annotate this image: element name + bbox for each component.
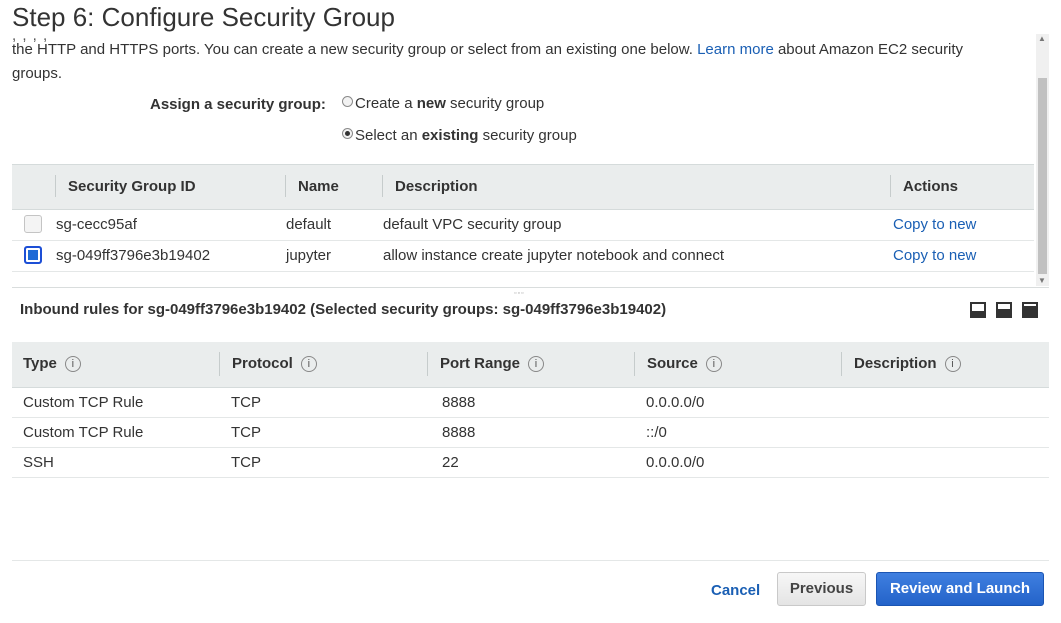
review-and-launch-button[interactable]: Review and Launch xyxy=(876,572,1044,606)
security-group-description: default VPC security group xyxy=(383,216,562,233)
column-header-security-group-id[interactable]: Security Group ID xyxy=(68,178,196,195)
column-separator xyxy=(285,175,286,197)
rule-type: SSH xyxy=(23,454,54,471)
layout-split-icon[interactable] xyxy=(996,302,1012,318)
vertical-scrollbar[interactable]: ▲ ▼ xyxy=(1036,34,1049,286)
security-group-description: allow instance create jupyter notebook a… xyxy=(383,247,725,264)
column-header-name[interactable]: Name xyxy=(298,178,339,195)
rule-source: 0.0.0.0/0 xyxy=(646,454,705,471)
splitter-grip-icon[interactable]: ▫▫▫ xyxy=(514,290,524,297)
security-group-id: sg-cecc95af xyxy=(56,216,137,233)
panel-layout-controls xyxy=(970,302,1038,318)
security-group-name: default xyxy=(286,216,332,233)
radio-select-existing-label: Select an existing security group xyxy=(355,127,577,144)
radio-select-existing-button[interactable] xyxy=(342,128,353,139)
column-separator xyxy=(219,352,220,376)
column-separator xyxy=(427,352,428,376)
info-icon[interactable]: i xyxy=(64,355,81,372)
table-row: Custom TCP Rule TCP 8888 ::/0 xyxy=(12,418,1049,448)
column-header-port-range: Port Range i xyxy=(440,355,545,372)
radio-create-new-label: Create a new security group xyxy=(355,95,545,112)
inbound-rules-table-header: Type i Protocol i Port Range i Source i Desc… xyxy=(12,342,1049,388)
column-header-description[interactable]: Description xyxy=(395,178,478,195)
security-groups-table-header: Security Group ID Name Description Actio… xyxy=(12,164,1034,210)
rule-protocol: TCP xyxy=(231,424,261,441)
info-icon[interactable]: i xyxy=(528,355,545,372)
intro-cutoff-text: , , , , xyxy=(12,34,49,44)
column-separator xyxy=(634,352,635,376)
table-row[interactable]: sg-cecc95af default default VPC security… xyxy=(12,210,1034,241)
security-group-id: sg-049ff3796e3b19402 xyxy=(56,247,211,264)
table-row: Custom TCP Rule TCP 8888 0.0.0.0/0 xyxy=(12,388,1049,418)
rule-source: ::/0 xyxy=(646,424,667,441)
security-groups-table: Security Group ID Name Description Actio… xyxy=(12,164,1034,272)
table-row[interactable]: sg-049ff3796e3b19402 jupyter allow insta… xyxy=(12,241,1034,272)
column-separator xyxy=(890,175,891,197)
rule-type: Custom TCP Rule xyxy=(23,424,144,441)
intro-text: , , , , the HTTP and HTTPS ports. You ca… xyxy=(12,34,1012,86)
column-separator xyxy=(55,175,56,197)
learn-more-link[interactable]: Learn more xyxy=(697,41,774,58)
column-header-source: Source i xyxy=(647,355,722,372)
rule-port-range: 8888 xyxy=(442,424,476,441)
column-separator xyxy=(841,352,842,376)
scrollbar-thumb[interactable] xyxy=(1038,78,1047,274)
layout-bottom-icon[interactable] xyxy=(970,302,986,318)
column-header-actions: Actions xyxy=(903,178,959,195)
security-group-scroll-region[interactable]: , , , , the HTTP and HTTPS ports. You ca… xyxy=(0,34,1050,286)
inbound-rules-table: Type i Protocol i Port Range i Source i Desc… xyxy=(12,342,1049,478)
rule-protocol: TCP xyxy=(231,394,261,411)
rule-source: 0.0.0.0/0 xyxy=(646,394,705,411)
table-row: SSH TCP 22 0.0.0.0/0 xyxy=(12,448,1049,478)
column-header-type: Type i xyxy=(23,355,81,372)
panel-splitter[interactable] xyxy=(12,287,1049,288)
intro-text-before: the HTTP and HTTPS ports. You can create… xyxy=(12,41,698,58)
column-header-protocol: Protocol i xyxy=(232,355,317,372)
cancel-button[interactable]: Cancel xyxy=(703,574,768,608)
rule-type: Custom TCP Rule xyxy=(23,394,144,411)
info-icon[interactable]: i xyxy=(300,355,317,372)
info-icon[interactable]: i xyxy=(705,355,722,372)
security-group-name: jupyter xyxy=(286,247,332,264)
copy-to-new-link[interactable]: Copy to new xyxy=(893,247,976,264)
assign-security-group-label: Assign a security group: xyxy=(150,96,326,113)
column-separator xyxy=(382,175,383,197)
page-title: Step 6: Configure Security Group xyxy=(12,2,395,32)
row-checkbox[interactable] xyxy=(24,215,42,233)
info-icon[interactable]: i xyxy=(944,355,961,372)
rule-port-range: 8888 xyxy=(442,394,476,411)
copy-to-new-link[interactable]: Copy to new xyxy=(893,216,976,233)
layout-top-icon[interactable] xyxy=(1022,302,1038,318)
radio-create-new[interactable]: Create a new security group xyxy=(342,95,544,112)
rule-protocol: TCP xyxy=(231,454,261,471)
inbound-rules-title: Inbound rules for sg-049ff3796e3b19402 (… xyxy=(20,301,667,318)
footer-divider xyxy=(12,560,1049,561)
row-checkbox[interactable] xyxy=(24,246,42,264)
radio-create-new-button[interactable] xyxy=(342,96,353,107)
previous-button[interactable]: Previous xyxy=(777,572,866,606)
rule-port-range: 22 xyxy=(442,454,459,471)
scroll-down-arrow-icon[interactable]: ▼ xyxy=(1038,276,1046,286)
column-header-description: Description i xyxy=(854,355,961,372)
scroll-up-arrow-icon[interactable]: ▲ xyxy=(1038,34,1046,44)
radio-select-existing[interactable]: Select an existing security group xyxy=(342,127,577,144)
